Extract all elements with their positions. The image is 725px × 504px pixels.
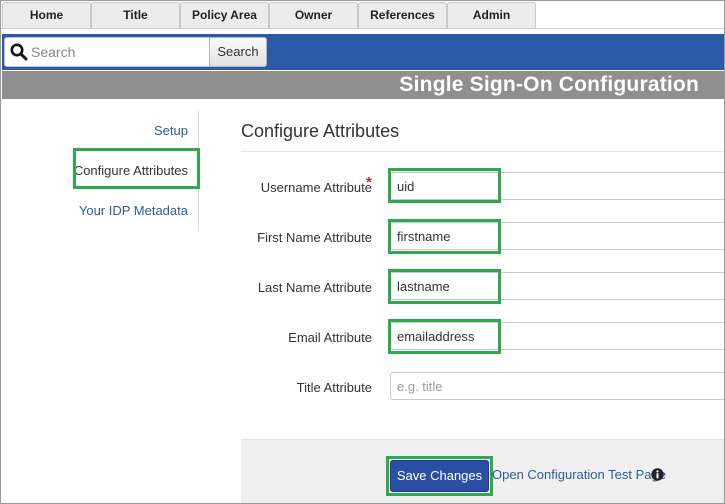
tab-policy-area[interactable]: Policy Area bbox=[180, 2, 269, 28]
top-tab-bar: Home Title Policy Area Owner References … bbox=[1, 1, 724, 29]
title-attribute-label: Title Attribute bbox=[296, 380, 372, 395]
page-title: Single Sign-On Configuration bbox=[399, 73, 699, 96]
email-attribute-input[interactable] bbox=[390, 322, 724, 350]
search-input[interactable] bbox=[31, 38, 207, 66]
section-title: Configure Attributes bbox=[241, 121, 400, 141]
sidebar-item-configure-attributes[interactable]: Configure Attributes bbox=[74, 163, 188, 178]
search-bar: Search bbox=[2, 34, 724, 70]
last-name-attribute-input[interactable] bbox=[390, 272, 724, 300]
search-box bbox=[4, 37, 210, 67]
open-configuration-test-page-link[interactable]: Open Configuration Test Page bbox=[492, 467, 666, 482]
sidebar: Setup Configure Attributes Your IDP Meta… bbox=[1, 111, 199, 231]
section-divider bbox=[241, 151, 724, 152]
username-attribute-input[interactable] bbox=[390, 172, 724, 200]
tab-admin[interactable]: Admin bbox=[447, 2, 536, 28]
title-attribute-input[interactable] bbox=[390, 372, 724, 400]
first-name-attribute-input[interactable] bbox=[390, 222, 724, 250]
sidebar-item-setup[interactable]: Setup bbox=[154, 123, 188, 138]
username-attribute-label: Username Attribute bbox=[260, 180, 372, 195]
tab-owner[interactable]: Owner bbox=[269, 2, 358, 28]
tab-references[interactable]: References bbox=[358, 2, 447, 28]
app-window: Home Title Policy Area Owner References … bbox=[0, 0, 725, 504]
tab-home[interactable]: Home bbox=[2, 2, 91, 28]
tab-title[interactable]: Title bbox=[91, 2, 180, 28]
search-button[interactable]: Search bbox=[209, 37, 267, 67]
search-icon bbox=[10, 43, 28, 61]
email-attribute-label: Email Attribute bbox=[288, 330, 372, 345]
last-name-attribute-label: Last Name Attribute bbox=[257, 280, 372, 295]
page-title-bar: Single Sign-On Configuration bbox=[2, 71, 724, 99]
info-icon[interactable] bbox=[651, 468, 664, 481]
save-changes-button[interactable]: Save Changes bbox=[390, 460, 489, 492]
first-name-attribute-label: First Name Attribute bbox=[257, 230, 372, 245]
sidebar-item-your-idp-metadata[interactable]: Your IDP Metadata bbox=[79, 203, 188, 218]
required-marker: * bbox=[366, 174, 372, 191]
